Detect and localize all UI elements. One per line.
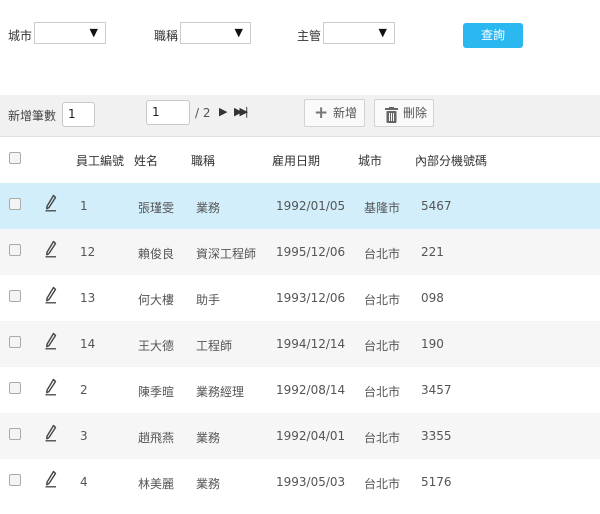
filter-bar: 城市 ▼ 職稱 ▼ 主管 ▼ 查詢: [0, 0, 600, 95]
cell-title: 業務: [196, 201, 221, 215]
cell-extension: 190: [421, 337, 444, 351]
page-number-input[interactable]: 1: [146, 100, 190, 125]
row-checkbox[interactable]: [9, 474, 21, 486]
column-header-extension[interactable]: 內部分機號碼: [415, 152, 487, 169]
cell-extension: 3457: [421, 383, 452, 397]
cell-city: 台北市: [364, 339, 401, 353]
cell-city: 台北市: [364, 477, 401, 491]
cell-title: 業務: [196, 431, 221, 445]
city-filter-label: 城市: [8, 29, 33, 43]
table-header: 員工編號 姓名 職稱 雇用日期 城市 內部分機號碼: [0, 138, 600, 182]
table-row[interactable]: 2 陳季暄 業務經理 1992/08/14 台北市 3457: [0, 367, 600, 413]
column-header-hire-date[interactable]: 雇用日期: [272, 152, 320, 169]
city-select[interactable]: ▼: [34, 22, 106, 44]
column-header-title[interactable]: 職稱: [191, 152, 215, 169]
cell-hire-date: 1995/12/06: [276, 245, 346, 259]
cell-hire-date: 1992/04/01: [276, 429, 346, 443]
cell-extension: 3355: [421, 429, 452, 443]
add-button[interactable]: + 新增: [304, 99, 365, 127]
cell-title: 業務經理: [196, 385, 245, 399]
row-checkbox[interactable]: [9, 336, 21, 348]
pencil-icon[interactable]: [45, 378, 57, 396]
cell-hire-date: 1994/12/14: [276, 337, 346, 351]
row-checkbox[interactable]: [9, 382, 21, 394]
column-header-name[interactable]: 姓名: [134, 152, 158, 169]
fast-forward-icon[interactable]: ▶▶|: [234, 105, 249, 118]
trash-icon: [385, 105, 398, 123]
cell-name: 趙飛燕: [138, 431, 175, 445]
table-row[interactable]: 4 林美麗 業務 1993/05/03 台北市 5176: [0, 459, 600, 505]
pencil-icon[interactable]: [45, 470, 57, 488]
cell-hire-date: 1993/05/03: [276, 475, 346, 489]
pencil-icon[interactable]: [45, 332, 57, 350]
toolbar: 新增筆數 1 1 / 2 ▶ ▶▶| + 新增 刪除: [0, 95, 600, 137]
table-row[interactable]: 3 趙飛燕 業務 1992/04/01 台北市 3355: [0, 413, 600, 459]
table-row[interactable]: 13 何大樓 助手 1993/12/06 台北市 098: [0, 275, 600, 321]
cell-employee-id: 14: [80, 337, 96, 351]
column-header-city[interactable]: 城市: [358, 152, 382, 169]
row-checkbox[interactable]: [9, 428, 21, 440]
pencil-icon[interactable]: [45, 424, 57, 442]
cell-name: 王大德: [138, 339, 175, 353]
caret-down-icon: ▼: [234, 26, 243, 39]
column-header-employee-id[interactable]: 員工編號: [76, 152, 124, 169]
pencil-icon[interactable]: [45, 286, 57, 304]
page-total: / 2: [195, 106, 211, 120]
cell-extension: 098: [421, 291, 444, 305]
table-row[interactable]: 14 王大德 工程師 1994/12/14 台北市 190: [0, 321, 600, 367]
cell-hire-date: 1992/08/14: [276, 383, 346, 397]
cell-title: 資深工程師: [196, 247, 257, 261]
manager-select[interactable]: ▼: [323, 22, 395, 44]
query-button[interactable]: 查詢: [463, 23, 523, 48]
title-filter-label: 職稱: [154, 29, 179, 43]
cell-city: 台北市: [364, 293, 401, 307]
cell-name: 張瑾雯: [138, 201, 175, 215]
cell-city: 台北市: [364, 385, 401, 399]
cell-city: 台北市: [364, 431, 401, 445]
manager-filter-label: 主管: [297, 29, 322, 43]
cell-extension: 221: [421, 245, 444, 259]
cell-hire-date: 1993/12/06: [276, 291, 346, 305]
table-row[interactable]: 1 張瑾雯 業務 1992/01/05 基隆市 5467: [0, 183, 600, 229]
cell-city: 基隆市: [364, 201, 401, 215]
cell-name: 何大樓: [138, 293, 175, 307]
cell-employee-id: 4: [80, 475, 88, 489]
play-icon[interactable]: ▶: [219, 105, 227, 118]
row-checkbox[interactable]: [9, 244, 21, 256]
cell-title: 業務: [196, 477, 221, 491]
add-count-label: 新增筆數: [8, 109, 57, 123]
cell-employee-id: 1: [80, 199, 88, 213]
cell-name: 林美麗: [138, 477, 175, 491]
cell-title: 工程師: [196, 339, 233, 353]
cell-city: 台北市: [364, 247, 401, 261]
cell-employee-id: 2: [80, 383, 88, 397]
cell-employee-id: 12: [80, 245, 96, 259]
cell-extension: 5467: [421, 199, 452, 213]
delete-button-label: 刪除: [403, 106, 428, 120]
pencil-icon[interactable]: [45, 194, 57, 212]
pencil-icon[interactable]: [45, 240, 57, 258]
cell-hire-date: 1992/01/05: [276, 199, 346, 213]
cell-title: 助手: [196, 293, 221, 307]
cell-extension: 5176: [421, 475, 452, 489]
title-select[interactable]: ▼: [180, 22, 251, 44]
add-button-label: 新增: [333, 106, 358, 120]
add-count-input[interactable]: 1: [62, 102, 95, 127]
cell-employee-id: 3: [80, 429, 88, 443]
select-all-checkbox[interactable]: [9, 152, 21, 164]
caret-down-icon: ▼: [378, 26, 387, 39]
delete-button[interactable]: 刪除: [374, 99, 434, 127]
table-row[interactable]: 12 賴俊良 資深工程師 1995/12/06 台北市 221: [0, 229, 600, 275]
cell-name: 賴俊良: [138, 247, 175, 261]
row-checkbox[interactable]: [9, 290, 21, 302]
row-checkbox[interactable]: [9, 198, 21, 210]
cell-employee-id: 13: [80, 291, 96, 305]
plus-icon: +: [314, 103, 329, 123]
caret-down-icon: ▼: [89, 26, 98, 39]
cell-name: 陳季暄: [138, 385, 175, 399]
